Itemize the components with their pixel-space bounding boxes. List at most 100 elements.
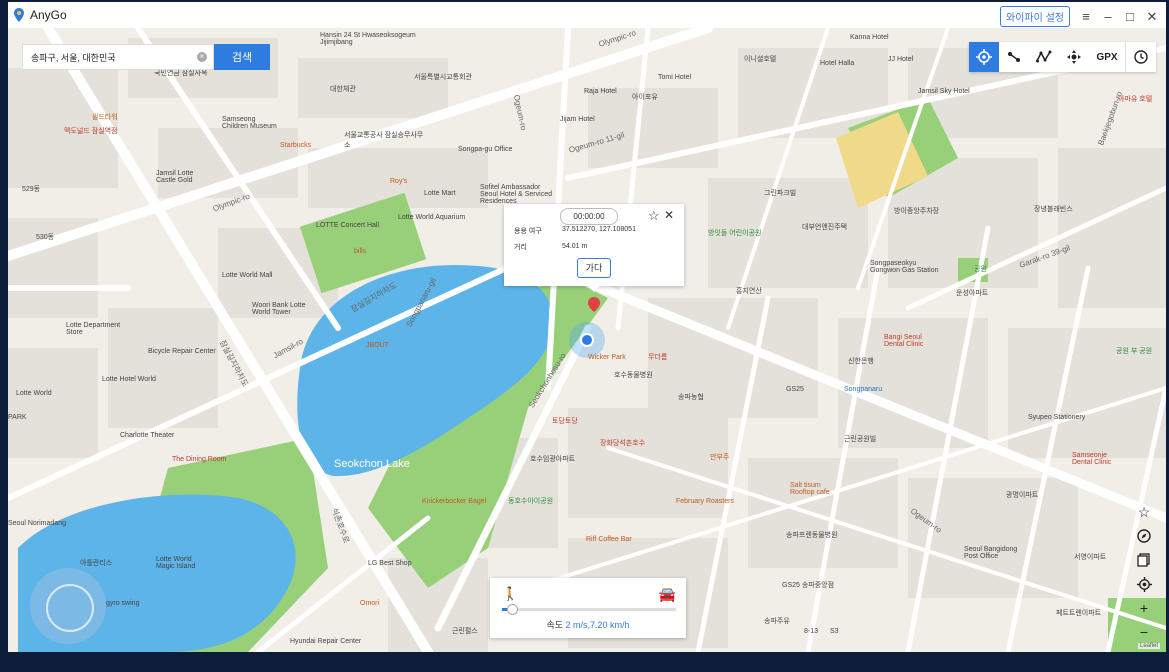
poi-label: 그린파크빌 xyxy=(764,190,797,197)
poi-label: 공원 부 공원 xyxy=(1116,348,1153,355)
map-attribution[interactable]: Leaflet xyxy=(1137,643,1160,649)
multi-spot-mode-icon[interactable] xyxy=(1029,42,1059,72)
mode-toolbar: GPX xyxy=(969,42,1156,72)
joystick-knob[interactable] xyxy=(46,584,94,632)
poi-label: Roy's xyxy=(390,178,408,185)
poi-label: 방잇돌 어린이공원 xyxy=(708,230,762,237)
poi-label: Samseonje Dental Clinic xyxy=(1072,452,1112,466)
close-icon[interactable]: ✕ xyxy=(1146,10,1158,23)
poi-label: 토당토당 xyxy=(552,418,578,425)
search-button[interactable]: 검색 xyxy=(214,44,270,70)
poi-label: 아틀란티스 xyxy=(80,560,113,567)
coords-label: 용용 여구 xyxy=(514,228,542,235)
poi-label: JJ Hotel xyxy=(888,56,914,63)
poi-label: Bicycle Repair Center xyxy=(148,348,216,355)
two-spot-mode-icon[interactable] xyxy=(999,42,1029,72)
poi-label: 이니셜호텔 xyxy=(744,56,777,63)
poi-label: LG Best Shop xyxy=(368,560,412,567)
poi-label: Woori Bank Lotte World Tower xyxy=(252,302,306,316)
minimize-icon[interactable]: – xyxy=(1102,10,1114,23)
poi-label: 530동 xyxy=(36,234,55,241)
poi-label: Samseong Children Museum xyxy=(222,116,277,130)
menu-icon[interactable]: ≡ xyxy=(1080,10,1092,23)
joystick-mode-icon[interactable] xyxy=(1059,42,1089,72)
right-toolbar: ☆ + − xyxy=(1132,500,1156,644)
speed-slider-thumb[interactable] xyxy=(506,604,518,615)
clear-search-icon[interactable]: × xyxy=(197,52,207,62)
maximize-icon[interactable]: □ xyxy=(1124,10,1136,23)
poi-label: 흥지연산 xyxy=(736,288,762,295)
app-window: AnyGo 와이파이 설정 ≡ – □ ✕ Hansin 24 St Hwase… xyxy=(8,2,1166,652)
poi-label: 529동 xyxy=(22,186,41,193)
anygo-logo-icon xyxy=(14,8,24,22)
poi-label: GS25 xyxy=(786,386,804,393)
distance-value: 54.01 m xyxy=(562,243,588,250)
poi-label: 만부주 xyxy=(710,454,730,461)
zoom-in-icon[interactable]: + xyxy=(1132,596,1156,620)
poi-label: Jijam Hotel xyxy=(560,116,595,123)
poi-label: 8-13 xyxy=(804,628,819,635)
app-title: AnyGo xyxy=(30,8,67,22)
layers-icon[interactable] xyxy=(1132,548,1156,572)
poi-label: Omori xyxy=(360,600,380,607)
poi-label: 서영이파트 xyxy=(1074,554,1107,561)
wifi-settings-button[interactable]: 와이파이 설정 xyxy=(1000,6,1070,27)
poi-label: 페트트렌이파트 xyxy=(1056,610,1102,617)
poi-label: February Roasters xyxy=(676,498,734,505)
poi-label: LOTTE Concert Hall xyxy=(316,222,380,229)
poi-label: Hotel Halla xyxy=(820,60,855,67)
speed-panel: 🚶 🚘 속도 2 m/s,7.20 km/h xyxy=(490,578,686,638)
map-view[interactable]: Hansin 24 St Hwaseoksogeum Jijimjibang 서… xyxy=(8,28,1166,652)
poi-label: 윌드타워 xyxy=(92,114,118,121)
poi-label: 동호수아이공원 xyxy=(508,498,554,505)
poi-label: 근린공원빌 xyxy=(844,436,877,443)
speed-value: 2 m/s,7.20 km/h xyxy=(565,620,630,630)
walk-icon[interactable]: 🚶 xyxy=(502,586,518,602)
poi-label: 장녕블래빈스 xyxy=(1034,206,1073,213)
close-popup-icon[interactable]: ✕ xyxy=(664,208,674,222)
poi-label: The Dining Room xyxy=(172,456,227,463)
gpx-import-button[interactable]: GPX xyxy=(1089,42,1125,72)
poi-label: Knickerbocker Bagel xyxy=(422,498,487,505)
go-button[interactable]: 가다 xyxy=(577,258,611,278)
locate-icon[interactable] xyxy=(1132,572,1156,596)
poi-label: Songpaseokyu Gongwon Gas Station xyxy=(870,260,939,274)
lake-label: Seokchon Lake xyxy=(334,458,410,470)
poi-label: Charlotte Theater xyxy=(120,432,175,439)
poi-label: 무더름 xyxy=(648,354,668,361)
poi-label: Lotte Mart xyxy=(424,190,456,197)
poi-label: 근린펄스 xyxy=(452,628,478,635)
search-input[interactable]: 송파구, 서울, 대한민국 × xyxy=(22,44,214,70)
zoom-out-icon[interactable]: − xyxy=(1132,620,1156,644)
poi-label: Songpanaru xyxy=(844,386,883,393)
poi-label: 송파주유 xyxy=(764,618,790,625)
poi-label: 서울교통공사 잠실승무사무소 xyxy=(344,132,424,149)
distance-label: 거리 xyxy=(514,244,527,251)
car-icon[interactable]: 🚘 xyxy=(659,586,676,603)
poi-label: PARK xyxy=(8,414,27,421)
poi-label: 대부언앤진주택 xyxy=(802,224,848,231)
poi-label: 운성아파트 xyxy=(956,290,989,297)
poi-label: 송파프렌동물병원 xyxy=(786,532,838,539)
poi-label: 호수동물병원 xyxy=(614,372,653,379)
poi-label: Jamsil Sky Hotel xyxy=(918,88,970,95)
poi-label: Sofitel Ambassador Seoul Hotel & Service… xyxy=(480,184,552,205)
joystick[interactable] xyxy=(30,568,106,644)
poi-label: Wicker Park xyxy=(588,354,626,361)
poi-label: 신한은행 xyxy=(848,358,874,365)
poi-label: Raja Hotel xyxy=(584,88,617,95)
speed-slider[interactable] xyxy=(502,604,676,615)
popup-tail xyxy=(588,286,600,292)
title-bar: AnyGo 와이파이 설정 ≡ – □ ✕ xyxy=(8,2,1166,28)
poi-label: Lotte Department Store xyxy=(66,322,121,336)
history-icon[interactable] xyxy=(1125,42,1156,72)
compass-icon[interactable] xyxy=(1132,524,1156,548)
poi-label: 송파농협 xyxy=(678,394,704,401)
poi-label: Hyundai Repair Center xyxy=(290,638,362,645)
teleport-mode-icon[interactable] xyxy=(969,42,999,72)
poi-label: Lotte Hotel World xyxy=(102,376,156,383)
poi-label: Hansin 24 St Hwaseoksogeum Jijimjibang xyxy=(320,32,416,46)
favorite-star-icon[interactable]: ☆ xyxy=(648,208,660,224)
poi-label: 대한체관 xyxy=(330,86,356,93)
favorite-star-icon[interactable]: ☆ xyxy=(1132,500,1156,524)
